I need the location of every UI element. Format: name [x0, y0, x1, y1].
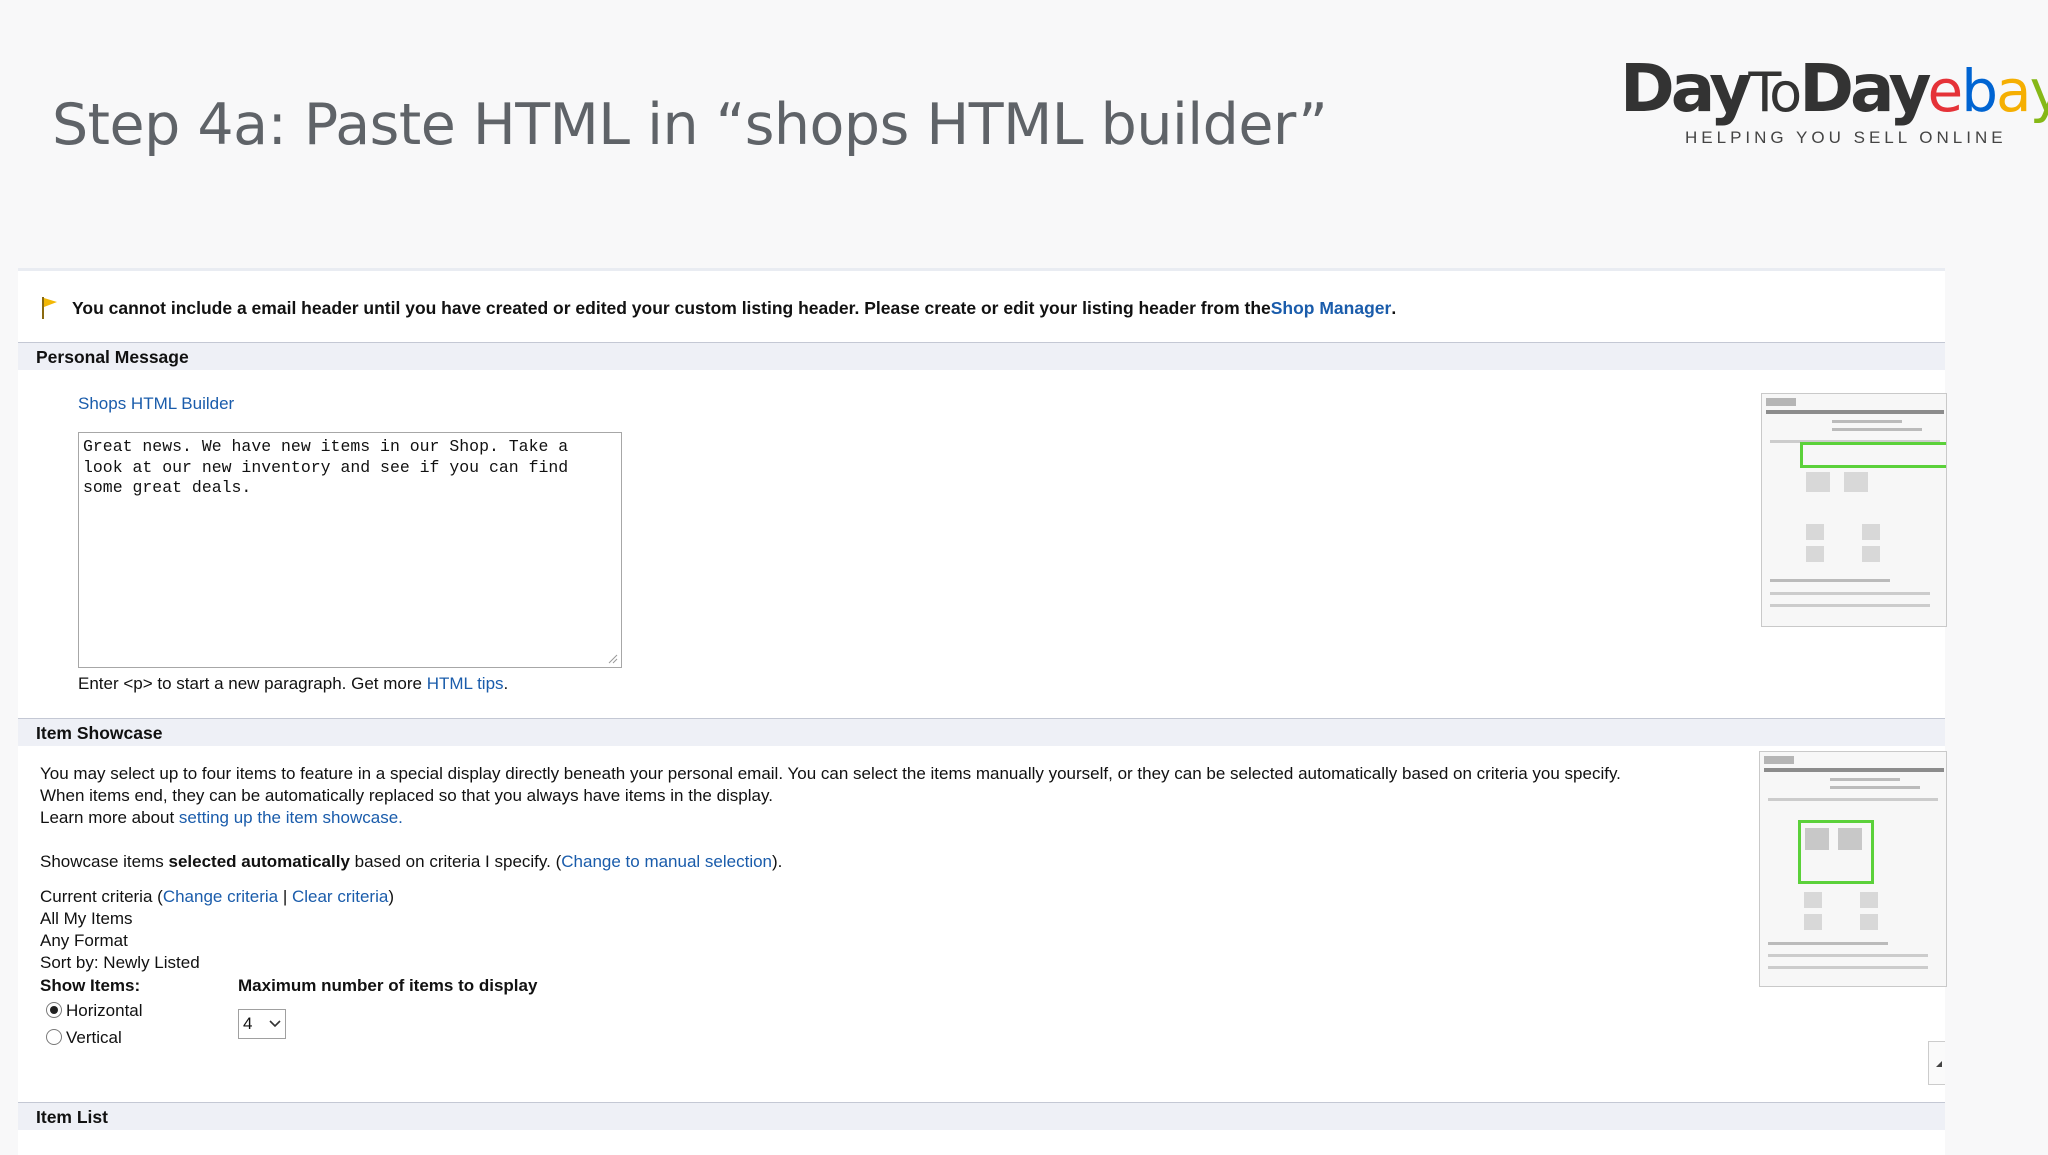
- orientation-option-vertical[interactable]: Vertical: [46, 1028, 122, 1048]
- showcase-description-line1: You may select up to four items to featu…: [40, 764, 1621, 783]
- learn-more-text: Learn more about: [40, 808, 179, 827]
- personal-message-preview-thumbnail: [1761, 393, 1947, 627]
- html-tips-link[interactable]: HTML tips: [427, 674, 504, 693]
- slide-title: Step 4a: Paste HTML in “shops HTML build…: [52, 92, 1328, 158]
- max-items-value: 4: [243, 1014, 253, 1033]
- logo-ebay-y: y: [2029, 57, 2048, 125]
- max-items-label: Maximum number of items to display: [238, 976, 538, 995]
- logo-ebay-e: e: [1927, 57, 1964, 125]
- notice-end: .: [1391, 297, 1397, 318]
- logo-day: Day: [1620, 50, 1752, 127]
- horizontal-label: Horizontal: [66, 1001, 143, 1020]
- setting-up-showcase-link[interactable]: setting up the item showcase.: [179, 808, 403, 827]
- personal-message-textarea[interactable]: Great news. We have new items in our Sho…: [78, 432, 622, 668]
- logo-ebay-b: b: [1961, 57, 1998, 125]
- resize-handle-icon[interactable]: [606, 652, 618, 664]
- clear-criteria-link[interactable]: Clear criteria: [292, 887, 388, 906]
- show-items-label: Show Items:: [40, 976, 141, 995]
- html-tips-hint: Enter <p> to start a new paragraph. Get …: [78, 674, 508, 694]
- mode-end: ).: [772, 852, 783, 871]
- personal-message-heading: Personal Message: [18, 342, 1945, 370]
- flag-icon: [42, 297, 57, 319]
- criteria-text: Current criteria (: [40, 887, 163, 906]
- hint-text: Enter <p> to start a new paragraph. Get …: [78, 674, 427, 693]
- orientation-option-horizontal[interactable]: Horizontal: [46, 1001, 143, 1021]
- ebay-shop-email-panel: You cannot include a email header until …: [18, 268, 1947, 1155]
- change-criteria-link[interactable]: Change criteria: [163, 887, 278, 906]
- chevron-down-icon: [269, 1020, 281, 1028]
- vertical-radio[interactable]: [46, 1029, 62, 1045]
- hint-end: .: [503, 674, 509, 693]
- horizontal-radio[interactable]: [46, 1002, 62, 1018]
- item-showcase-preview-thumbnail: [1759, 751, 1947, 987]
- showcase-mode-line: Showcase items selected automatically ba…: [40, 852, 782, 872]
- current-criteria-line: Current criteria (Change criteria | Clea…: [40, 887, 394, 907]
- criteria-item: All My Items: [40, 909, 133, 928]
- learn-more-line: Learn more about setting up the item sho…: [40, 808, 403, 828]
- showcase-description-line2: When items end, they can be automaticall…: [40, 786, 773, 805]
- logo-day: Day: [1799, 50, 1931, 127]
- daytoday-ebay-logo: DayToDayebay HELPING YOU SELL ONLINE: [1620, 50, 2048, 160]
- shop-manager-link[interactable]: Shop Manager: [1271, 298, 1392, 319]
- logo-to: To: [1748, 61, 1802, 124]
- criteria-end: ): [388, 887, 394, 906]
- logo-tagline: HELPING YOU SELL ONLINE: [1685, 128, 2007, 147]
- listing-header-notice: You cannot include a email header until …: [40, 295, 1396, 321]
- shops-html-builder-link[interactable]: Shops HTML Builder: [78, 394, 234, 414]
- logo-wordmark: DayToDayebay: [1620, 50, 2048, 127]
- criteria-item: Sort by: Newly Listed: [40, 953, 200, 972]
- item-list-heading: Item List: [18, 1102, 1945, 1130]
- arrow-icon: [1936, 1061, 1942, 1067]
- mode-mid: based on criteria I specify. (: [349, 852, 562, 871]
- mode-bold: selected automatically: [168, 852, 350, 871]
- item-showcase-heading: Item Showcase: [18, 718, 1945, 746]
- notice-text: You cannot include a email header until …: [72, 297, 1271, 318]
- logo-ebay-a: a: [1996, 57, 2032, 125]
- scroll-tab[interactable]: [1928, 1041, 1945, 1085]
- mode-text: Showcase items: [40, 852, 169, 871]
- criteria-item: Any Format: [40, 931, 128, 950]
- criteria-sep: |: [278, 887, 292, 906]
- change-to-manual-link[interactable]: Change to manual selection: [561, 852, 772, 871]
- max-items-select[interactable]: 4: [238, 1009, 286, 1039]
- vertical-label: Vertical: [66, 1028, 122, 1047]
